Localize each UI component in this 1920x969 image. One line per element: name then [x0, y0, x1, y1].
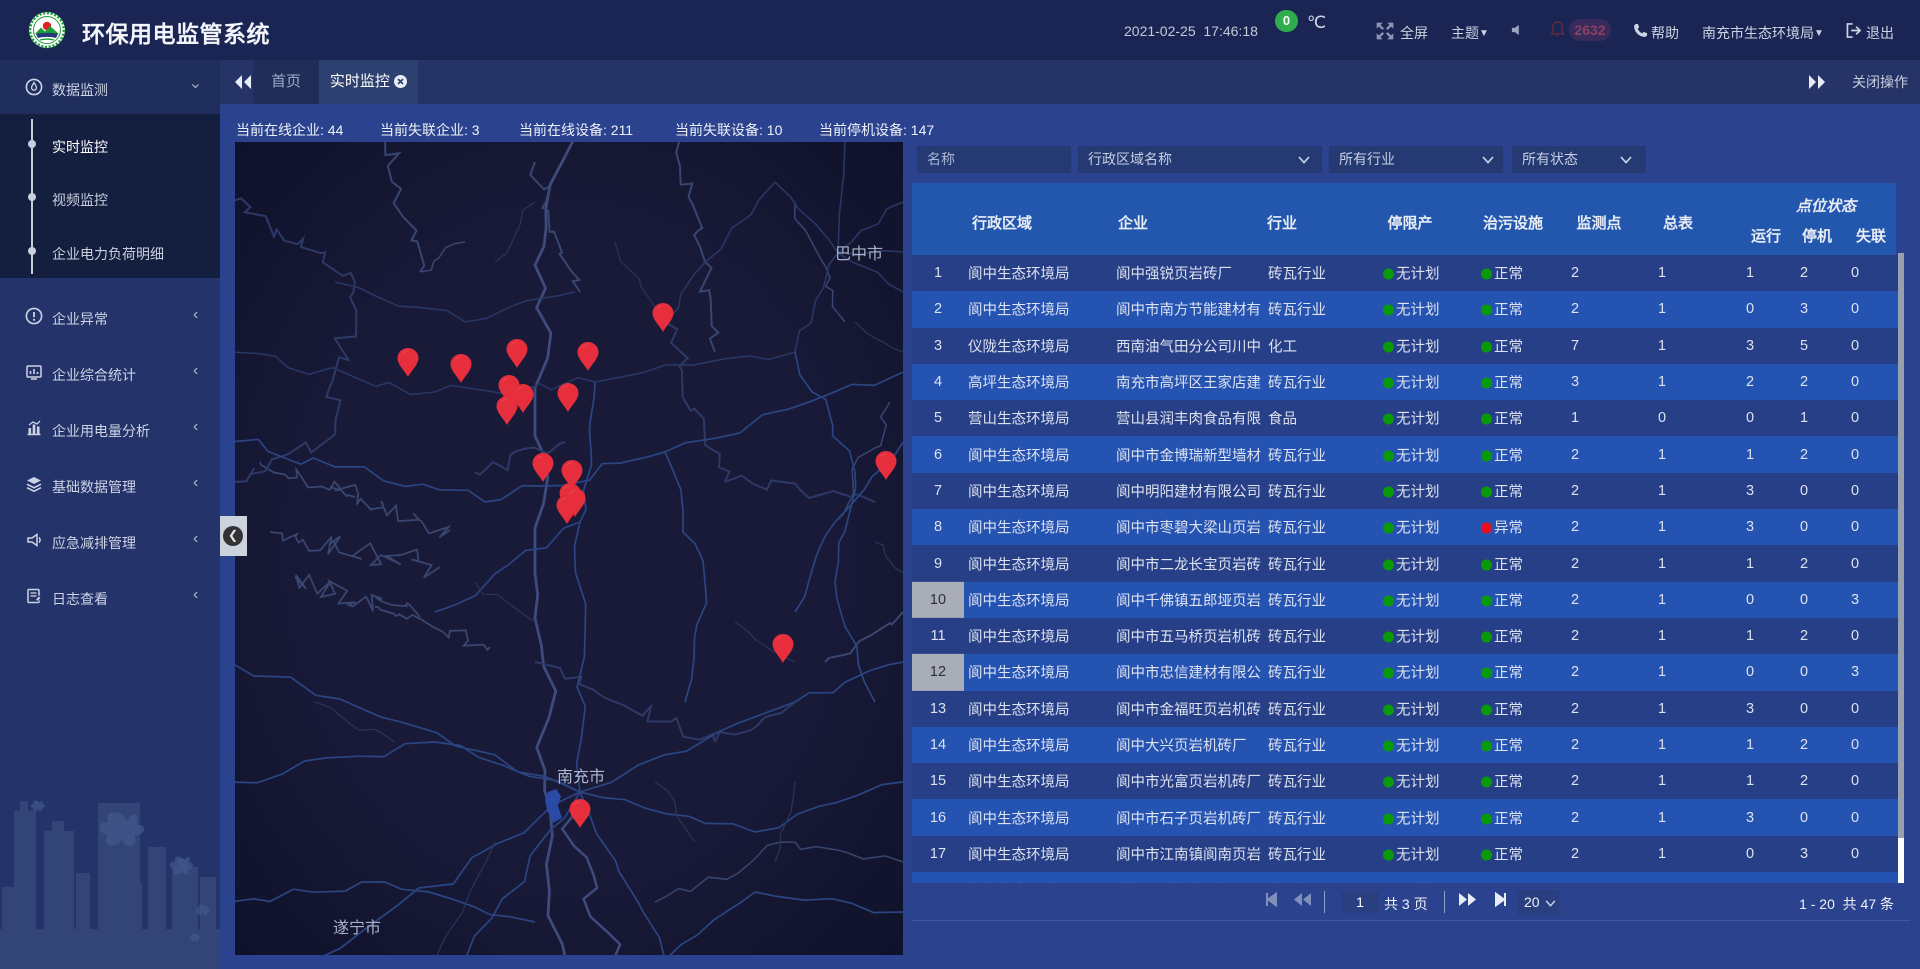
svg-text:南充市: 南充市	[557, 768, 605, 786]
svg-text:巴中市: 巴中市	[835, 245, 883, 263]
svg-text:遂宁市: 遂宁市	[333, 919, 381, 937]
